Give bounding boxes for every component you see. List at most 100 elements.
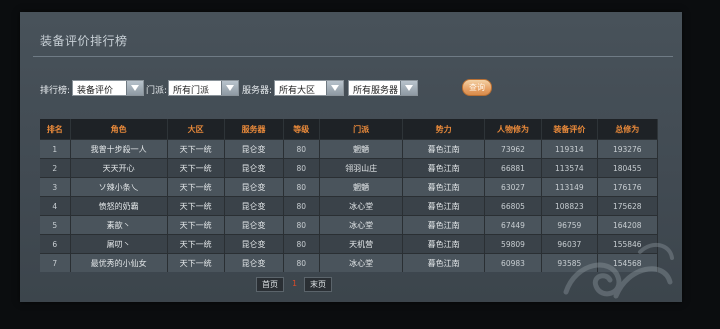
query-button[interactable]: 查询 [462,79,492,96]
region-select[interactable]: 所有大区 [274,80,344,96]
server-cell: 昆仑变 [224,234,284,254]
region-cell: 天下一统 [167,139,225,159]
rank-cell: 3 [40,177,71,197]
sect-cell: 魍魉 [319,139,404,159]
server-cell: 昆仑变 [224,158,284,178]
rank-cell: 2 [40,158,71,178]
cultivation-cell: 66805 [484,196,543,216]
server-select-value: 所有服务器 [353,86,399,96]
column-header: 服务器 [224,119,284,140]
column-header: 人物修为 [484,119,543,140]
total-cultivation-cell: 193276 [597,139,659,159]
faction-cell: 暮色江南 [402,196,485,216]
total-cultivation-cell: 176176 [597,177,659,197]
character-cell: 最优秀的小仙女 [70,253,168,272]
cloud-swirl-decoration [563,242,674,299]
faction-cell: 暮色江南 [402,139,485,159]
dropdown-arrow-icon[interactable] [400,81,417,95]
faction-cell: 暮色江南 [402,234,485,254]
sect-cell: 魍魉 [319,177,404,197]
region-cell: 天下一统 [167,196,225,216]
ranking-select[interactable]: 装备评价 [72,80,144,96]
column-header: 角色 [70,119,168,140]
level-cell: 80 [283,215,320,235]
sect-cell: 冰心堂 [319,196,404,216]
total-cultivation-cell: 175628 [597,196,659,216]
server-cell: 昆仑变 [224,253,284,272]
level-cell: 80 [283,177,320,197]
page-title: 装备评价排行榜 [40,34,128,48]
sect-cell: 翎羽山庄 [319,158,404,178]
rank-cell: 6 [40,234,71,254]
ranking-select-value: 装备评价 [77,86,114,96]
sect-select-value: 所有门派 [173,86,210,96]
server-cell: 昆仑变 [224,139,284,159]
equipment-score-cell: 119314 [541,139,598,159]
character-cell: 愤怒的奶霸 [70,196,168,216]
sect-cell: 冰心堂 [319,215,404,235]
ranking-label: 排行榜: [40,86,71,96]
level-cell: 80 [283,139,320,159]
region-cell: 天下一统 [167,215,225,235]
table-row: 2 天天开心 天下一统 昆仑变 80 翎羽山庄 暮色江南 66881 11357… [40,158,659,178]
cultivation-cell: 63027 [484,177,543,197]
level-cell: 80 [283,196,320,216]
rank-cell: 4 [40,196,71,216]
character-cell: 屠叨丶 [70,234,168,254]
ranking-panel: 装备评价排行榜 排行榜: 装备评价 门派: 所有门派 服务器: 所有大区 所有服… [20,12,682,302]
equipment-score-cell: 108823 [541,196,598,216]
server-cell: 昆仑变 [224,177,284,197]
region-cell: 天下一统 [167,253,225,272]
column-header: 大区 [167,119,225,140]
dropdown-arrow-icon[interactable] [126,81,143,95]
cultivation-cell: 67449 [484,215,543,235]
cultivation-cell: 66881 [484,158,543,178]
column-header: 等级 [283,119,320,140]
current-page-number[interactable]: 1 [292,279,297,288]
server-label: 服务器: [242,86,273,96]
character-cell: 天天开心 [70,158,168,178]
faction-cell: 暮色江南 [402,215,485,235]
rank-cell: 5 [40,215,71,235]
table-row: 3 ソ辣小条乀 天下一统 昆仑变 80 魍魉 暮色江南 63027 113149… [40,177,659,197]
title-divider [33,56,673,57]
equipment-score-cell: 113149 [541,177,598,197]
dropdown-arrow-icon[interactable] [221,81,238,95]
character-cell: ソ辣小条乀 [70,177,168,197]
column-header: 势力 [402,119,485,140]
table-header-row: 排名 角色 大区 服务器 等级 门派 势力 人物修为 装备评价 总修为 [40,119,659,140]
column-header: 门派 [319,119,404,140]
server-cell: 昆仑变 [224,196,284,216]
cultivation-cell: 59809 [484,234,543,254]
level-cell: 80 [283,234,320,254]
dropdown-arrow-icon[interactable] [326,81,343,95]
character-cell: 我曾十步殺一人 [70,139,168,159]
column-header: 总修为 [597,119,659,140]
total-cultivation-cell: 180455 [597,158,659,178]
server-cell: 昆仑变 [224,215,284,235]
last-page-button[interactable]: 末页 [304,277,332,292]
region-cell: 天下一统 [167,158,225,178]
sect-select[interactable]: 所有门派 [168,80,239,96]
table-row: 4 愤怒的奶霸 天下一统 昆仑变 80 冰心堂 暮色江南 66805 10882… [40,196,659,216]
cultivation-cell: 60983 [484,253,543,272]
rank-cell: 7 [40,253,71,272]
faction-cell: 暮色江南 [402,253,485,272]
column-header: 排名 [40,119,71,140]
region-select-value: 所有大区 [279,86,316,96]
first-page-button[interactable]: 首页 [256,277,284,292]
level-cell: 80 [283,253,320,272]
sect-label: 门派: [146,86,168,96]
server-select[interactable]: 所有服务器 [348,80,418,96]
sect-cell: 天机营 [319,234,404,254]
level-cell: 80 [283,158,320,178]
equipment-score-cell: 113574 [541,158,598,178]
region-cell: 天下一统 [167,234,225,254]
faction-cell: 暮色江南 [402,177,485,197]
sect-cell: 冰心堂 [319,253,404,272]
table-row: 1 我曾十步殺一人 天下一统 昆仑变 80 魍魉 暮色江南 73962 1193… [40,139,659,159]
cultivation-cell: 73962 [484,139,543,159]
column-header: 装备评价 [541,119,598,140]
faction-cell: 暮色江南 [402,158,485,178]
character-cell: 素歆丶 [70,215,168,235]
